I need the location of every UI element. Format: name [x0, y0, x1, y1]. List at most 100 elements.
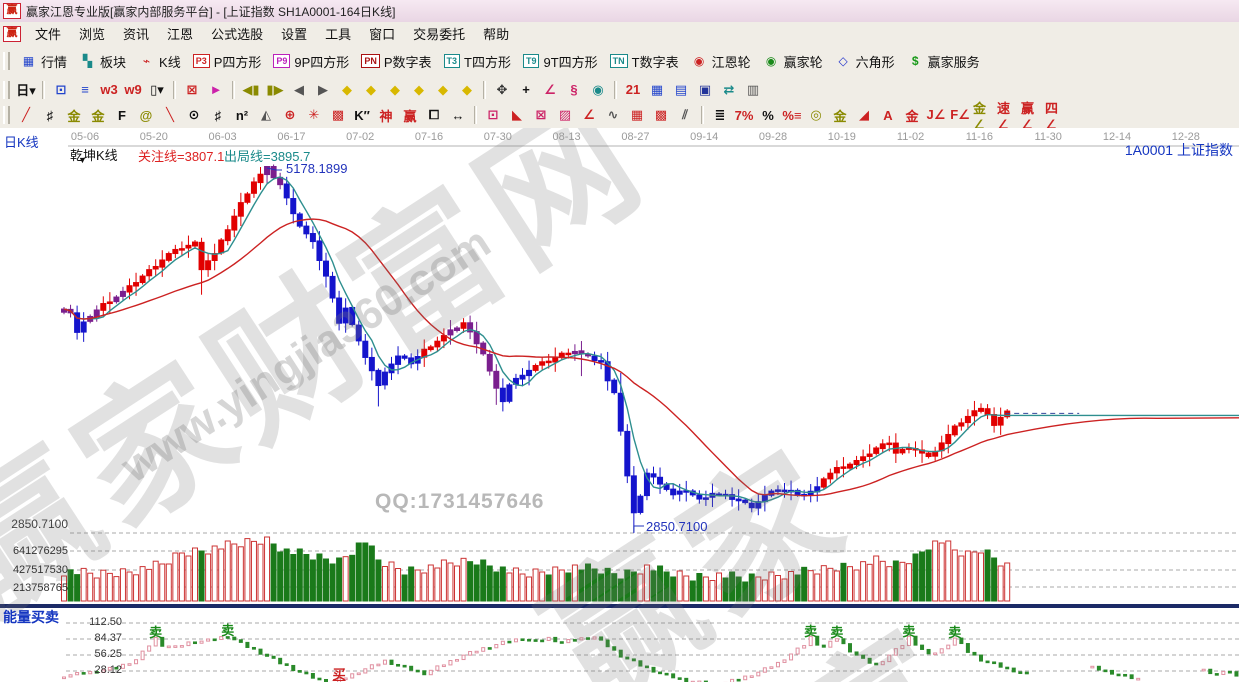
tb-p-table[interactable]: PNP数字表 [355, 50, 437, 73]
menu-item-9[interactable]: 帮助 [474, 22, 518, 45]
angle-measure-tool[interactable]: ∠ [539, 80, 561, 100]
tb-9t-square[interactable]: T99T四方形 [517, 50, 604, 73]
ruler-123-tool[interactable]: ⧠ [423, 105, 445, 125]
scale-tool[interactable]: ≣ [709, 105, 731, 125]
gann-diamond-expand[interactable]: ◆ [384, 80, 406, 100]
menu-item-7[interactable]: 窗口 [360, 22, 404, 45]
gold-circle-tool[interactable]: ◎ [805, 105, 827, 125]
tb-t-square[interactable]: T3T四方形 [438, 50, 517, 73]
gold-split2-tool[interactable]: 金 [87, 105, 109, 125]
box-x2-tool[interactable]: ▨ [554, 105, 576, 125]
width-arrows-tool[interactable]: ↔ [447, 105, 469, 125]
gann-pink-tool[interactable]: § [563, 80, 585, 100]
god-line-tool[interactable]: 神 [375, 105, 397, 125]
tb-service[interactable]: $赢家服务 [901, 50, 986, 73]
grid-small-tool[interactable]: ♯ [207, 105, 229, 125]
gann-diamond-grid[interactable]: ◆ [432, 80, 454, 100]
color-flag-icon[interactable]: ► [205, 80, 227, 100]
grid-red2-tool[interactable]: ▩ [650, 105, 672, 125]
target-tool[interactable]: ⊕ [279, 105, 301, 125]
n-square-tool[interactable]: n² [231, 105, 253, 125]
win-line-tool[interactable]: 赢 [399, 105, 421, 125]
fan-lines-tool[interactable]: ◣ [506, 105, 528, 125]
crosshair-tool[interactable]: + [515, 80, 537, 100]
export-icon[interactable]: ⇄ [718, 80, 740, 100]
menu-item-6[interactable]: 工具 [316, 22, 360, 45]
last-bar-button[interactable]: ▮▶ [264, 80, 286, 100]
menu-item-3[interactable]: 江恩 [158, 22, 202, 45]
tb-kline[interactable]: ⌁K线 [132, 50, 187, 73]
save-icon[interactable]: ▣ [694, 80, 716, 100]
tb-p-square[interactable]: P3P四方形 [187, 50, 268, 73]
chart-canvas[interactable] [0, 128, 1239, 682]
cycle-tool[interactable]: ◉ [587, 80, 609, 100]
box-x-tool[interactable]: ⊠ [530, 105, 552, 125]
spiral-tool[interactable]: @ [135, 105, 157, 125]
toolbar-grip[interactable] [3, 81, 10, 99]
tb-hexagon[interactable]: ◇六角形 [829, 50, 901, 73]
k-prime-tool[interactable]: K″ [351, 105, 373, 125]
star-web-tool[interactable]: ✳ [303, 105, 325, 125]
menu-item-1[interactable]: 浏览 [70, 22, 114, 45]
slash-lines-tool[interactable]: ⫽ [674, 105, 696, 125]
pen-tool[interactable]: ╱ [15, 105, 37, 125]
gann-diamond-left[interactable]: ◆ [336, 80, 358, 100]
square-web-tool[interactable]: ▩ [327, 105, 349, 125]
menu-item-8[interactable]: 交易委托 [404, 22, 474, 45]
hand-drag-tool[interactable]: ✥ [491, 80, 513, 100]
speed-line-tool[interactable]: 速∠ [997, 105, 1019, 125]
chart-region[interactable]: 赢家财富网 www.yingjia360.com 赢家财富网 QQ:173145… [0, 128, 1239, 682]
tb-gann-wheel[interactable]: ◉江恩轮 [685, 50, 757, 73]
percent-tool[interactable]: % [757, 105, 779, 125]
prev-bar-button[interactable]: ◀ [288, 80, 310, 100]
menu-item-0[interactable]: 文件 [26, 22, 70, 45]
chart-window-icon[interactable]: ⊡ [50, 80, 72, 100]
gann-diamond-right[interactable]: ◆ [360, 80, 382, 100]
circle-degree-tool[interactable]: ⊙ [183, 105, 205, 125]
calculator-icon[interactable]: ▦ [646, 80, 668, 100]
candle-style-dropdown[interactable]: ▯▾ [146, 80, 168, 100]
hatch-lines-tool[interactable]: ♯ [39, 105, 61, 125]
tb-winner-wheel[interactable]: ◉赢家轮 [757, 50, 829, 73]
win-angle-tool[interactable]: 赢∠ [1021, 105, 1043, 125]
menu-item-2[interactable]: 资讯 [114, 22, 158, 45]
f-angle-tool[interactable]: F∠ [949, 105, 971, 125]
tb-9p-square[interactable]: P99P四方形 [267, 50, 355, 73]
four-angle-tool[interactable]: 四∠ [1045, 105, 1067, 125]
info-list-icon[interactable]: ≡ [74, 80, 96, 100]
a-wave-tool[interactable]: A [877, 105, 899, 125]
percent-red-tool[interactable]: 7% [733, 105, 755, 125]
arrow-angle-tool[interactable]: ∠ [578, 105, 600, 125]
first-bar-button[interactable]: ◀▮ [240, 80, 262, 100]
calendar-icon[interactable]: 21 [622, 80, 644, 100]
wave-3-icon[interactable]: w3 [98, 80, 120, 100]
period-day-dropdown[interactable]: 日▾ [15, 80, 37, 100]
toolbar-grip[interactable] [3, 52, 10, 70]
brush-tool[interactable]: ◢ [853, 105, 875, 125]
j-angle-tool[interactable]: J∠ [925, 105, 947, 125]
zigzag-tool[interactable]: ∿ [602, 105, 624, 125]
gann-diamond-cross[interactable]: ◆ [456, 80, 478, 100]
wave-9-icon[interactable]: w9 [122, 80, 144, 100]
next-bar-button[interactable]: ▶ [312, 80, 334, 100]
pen2-tool[interactable]: ╲ [159, 105, 181, 125]
menu-item-5[interactable]: 设置 [272, 22, 316, 45]
angle-a-tool[interactable]: ◭ [255, 105, 277, 125]
gold-split-tool[interactable]: 金 [63, 105, 85, 125]
gold-angle-tool[interactable]: 金∠ [973, 105, 995, 125]
menu-item-4[interactable]: 公式选股 [202, 22, 272, 45]
grid-red-tool[interactable]: ▦ [626, 105, 648, 125]
gold-underline-tool[interactable]: 金 [829, 105, 851, 125]
formula-edit-icon[interactable]: ⊠ [181, 80, 203, 100]
tb-t-table[interactable]: TNT数字表 [604, 50, 685, 73]
fib-f-tool[interactable]: F [111, 105, 133, 125]
gold-red-tool[interactable]: 金 [901, 105, 923, 125]
box-select-tool[interactable]: ⊡ [482, 105, 504, 125]
gann-diamond-contract[interactable]: ◆ [408, 80, 430, 100]
print-icon[interactable]: ▥ [742, 80, 764, 100]
tb-sectors[interactable]: ▚板块 [73, 50, 132, 73]
tb-market[interactable]: ▦行情 [14, 50, 73, 73]
five-line-tool[interactable]: %≡ [781, 105, 803, 125]
toolbar-grip[interactable] [3, 106, 10, 124]
notes-icon[interactable]: ▤ [670, 80, 692, 100]
